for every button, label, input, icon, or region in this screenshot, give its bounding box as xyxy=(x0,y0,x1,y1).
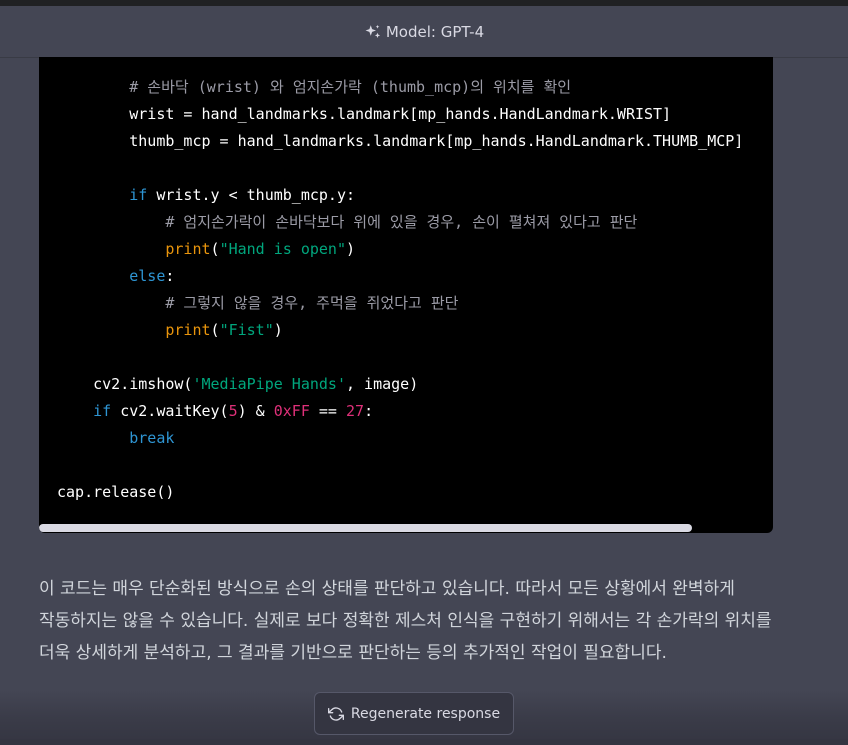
code-line: print("Fist") xyxy=(57,317,743,344)
code-token: # 손바닥 (wrist) 와 엄지손가락 (thumb_mcp)의 위치를 확… xyxy=(129,78,572,96)
code-token: : xyxy=(364,402,374,420)
code-line: if wrist.y < thumb_mcp.y: xyxy=(57,182,743,209)
code-token: # 엄지손가락이 손바닥보다 위에 있을 경우, 손이 펼쳐져 있다고 판단 xyxy=(165,213,638,231)
code-line: else: xyxy=(57,263,743,290)
code-token: cap.release() xyxy=(57,483,175,501)
assistant-answer-text: 이 코드는 매우 단순화된 방식으로 손의 상태를 판단하고 있습니다. 따라서… xyxy=(39,579,772,663)
code-token: break xyxy=(129,429,175,447)
code-line: # 엄지손가락이 손바닥보다 위에 있을 경우, 손이 펼쳐져 있다고 판단 xyxy=(57,209,743,236)
code-line: print("Hand is open") xyxy=(57,236,743,263)
code-horizontal-scrollbar[interactable] xyxy=(39,523,773,533)
code-scrollbar-thumb[interactable] xyxy=(39,524,692,532)
code-token: print xyxy=(165,321,211,339)
code-token: "Hand is open" xyxy=(219,240,346,258)
code-line: wrist = hand_landmarks.landmark[mp_hands… xyxy=(57,101,743,128)
code-token: print xyxy=(165,240,211,258)
code-token: thumb_mcp = hand_landmarks.landmark[mp_h… xyxy=(57,132,744,150)
code-token: cv2.imshow( xyxy=(57,375,193,393)
code-line: # 그렇지 않을 경우, 주먹을 쥐었다고 판단 xyxy=(57,290,743,317)
code-token: 0xFF xyxy=(273,402,310,420)
regenerate-label: Regenerate response xyxy=(350,705,501,722)
code-line: cv2.imshow('MediaPipe Hands', image) xyxy=(57,371,743,398)
code-token: 5 xyxy=(228,402,238,420)
refresh-icon xyxy=(327,706,344,721)
sparkle-icon xyxy=(365,24,380,38)
bottom-bar xyxy=(0,739,848,745)
code-content: # 손바닥 (wrist) 와 엄지손가락 (thumb_mcp)의 위치를 확… xyxy=(57,74,743,506)
code-token: == xyxy=(309,402,346,420)
code-token: 'MediaPipe Hands' xyxy=(192,375,346,393)
code-token: "Fist" xyxy=(219,321,274,339)
model-header: Model: GPT-4 xyxy=(0,6,848,58)
code-token: ( xyxy=(210,321,220,339)
code-token: ) xyxy=(273,321,283,339)
code-token: , image) xyxy=(346,375,419,393)
code-line: # 손바닥 (wrist) 와 엄지손가락 (thumb_mcp)의 위치를 확… xyxy=(57,74,743,101)
code-token: ( xyxy=(210,240,220,258)
code-block: # 손바닥 (wrist) 와 엄지손가락 (thumb_mcp)의 위치를 확… xyxy=(39,57,773,533)
code-token: wrist = hand_landmarks.landmark[mp_hands… xyxy=(57,105,672,123)
code-token: ) xyxy=(346,240,356,258)
code-token: ) & xyxy=(237,402,274,420)
code-token: if xyxy=(129,186,148,204)
code-token: 27 xyxy=(346,402,365,420)
regenerate-response-button[interactable]: Regenerate response xyxy=(314,692,514,735)
code-line: thumb_mcp = hand_landmarks.landmark[mp_h… xyxy=(57,128,743,155)
code-token: if xyxy=(93,402,112,420)
code-line: cap.release() xyxy=(57,479,743,506)
code-line: if cv2.waitKey(5) & 0xFF == 27: xyxy=(57,398,743,425)
code-token: cv2.waitKey( xyxy=(111,402,229,420)
model-label: Model: GPT-4 xyxy=(385,22,485,41)
code-token: wrist.y < thumb_mcp.y: xyxy=(147,186,356,204)
code-line: break xyxy=(57,425,743,452)
code-token: : xyxy=(165,267,175,285)
code-token: else xyxy=(129,267,166,285)
code-token: # 그렇지 않을 경우, 주먹을 쥐었다고 판단 xyxy=(165,294,459,312)
